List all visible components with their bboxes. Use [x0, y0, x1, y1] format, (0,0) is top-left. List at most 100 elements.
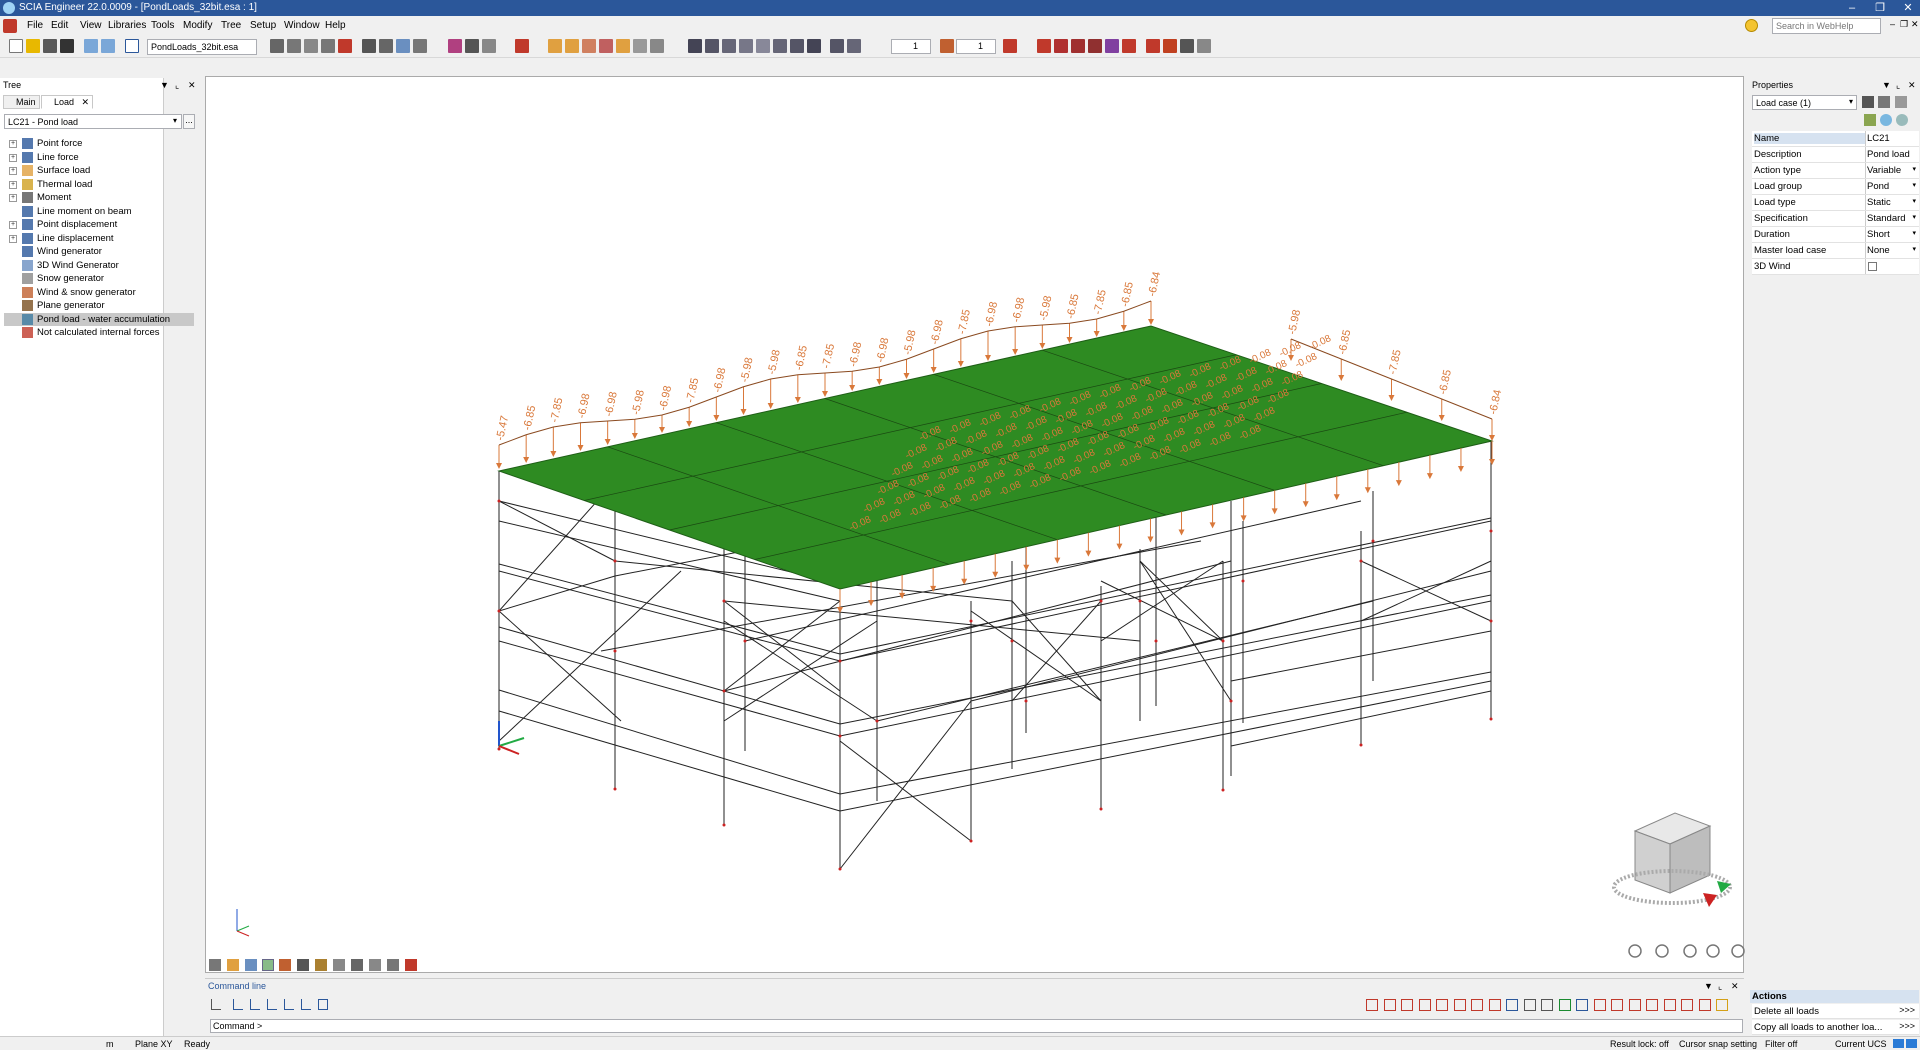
chevron-down-icon[interactable]: ▾: [1912, 181, 1916, 189]
tree-item[interactable]: + Line force: [4, 151, 194, 164]
settings-gear-icon[interactable]: [1731, 944, 1745, 958]
property-row[interactable]: Duration Short ▾: [1752, 227, 1919, 243]
snap-6-icon[interactable]: [318, 999, 328, 1010]
display-1-icon[interactable]: [548, 39, 562, 53]
calc-3-icon[interactable]: [1180, 39, 1194, 53]
labels-icon[interactable]: [297, 959, 309, 971]
tree-panel-dock-icon[interactable]: ⌞: [175, 80, 179, 91]
tree-item[interactable]: + Point force: [4, 137, 194, 150]
status-cursor-snap[interactable]: Cursor snap setting: [1679, 1039, 1757, 1049]
structure-node[interactable]: [497, 499, 501, 503]
structure-node[interactable]: [1221, 639, 1225, 643]
spin-box-2[interactable]: 1: [956, 39, 996, 54]
project-icon[interactable]: [125, 39, 139, 53]
results-6-icon[interactable]: [1122, 39, 1136, 53]
layer-icon[interactable]: [387, 959, 399, 971]
command-dock-icon[interactable]: ⌞: [1718, 981, 1722, 992]
property-row[interactable]: Master load case None ▾: [1752, 243, 1919, 259]
structure-node[interactable]: [1154, 639, 1158, 643]
copy-all-loads-action[interactable]: Copy all loads to another loa... >>>: [1752, 1020, 1919, 1035]
load-case-icon[interactable]: [940, 39, 954, 53]
grid-icon[interactable]: [333, 959, 345, 971]
view-tool-icon[interactable]: [209, 959, 221, 971]
tree-item[interactable]: + Moment: [4, 191, 194, 204]
open-file-icon[interactable]: [26, 39, 40, 53]
frame-member[interactable]: [839, 700, 972, 870]
structure-node[interactable]: [875, 719, 879, 723]
view-tool-1-icon[interactable]: [270, 39, 284, 53]
frame-member[interactable]: [839, 680, 1492, 812]
display-7-icon[interactable]: [650, 39, 664, 53]
command-pin-icon[interactable]: ▼: [1704, 981, 1713, 991]
display-5-icon[interactable]: [616, 39, 630, 53]
save-as-icon[interactable]: [60, 39, 74, 53]
status-filter[interactable]: Filter off: [1765, 1039, 1797, 1049]
close-icon[interactable]: ✕: [1896, 0, 1920, 16]
tree-item[interactable]: 3D Wind Generator: [4, 259, 194, 272]
drawing-tool-icon[interactable]: [1663, 999, 1676, 1011]
structure-node[interactable]: [1489, 619, 1493, 623]
wireframe-icon[interactable]: [245, 959, 257, 971]
menu-tree[interactable]: Tree: [221, 20, 241, 31]
search-webhelp-input[interactable]: Search in WebHelp: [1772, 18, 1881, 34]
structure-3-icon[interactable]: [722, 39, 736, 53]
chevron-down-icon[interactable]: ▾: [1912, 165, 1916, 173]
structure-node[interactable]: [497, 747, 501, 751]
structure-node[interactable]: [613, 787, 617, 791]
structure-node[interactable]: [1099, 807, 1103, 811]
document-icon[interactable]: [396, 39, 410, 53]
drawing-tool-icon[interactable]: [1558, 999, 1571, 1011]
snap-2-icon[interactable]: [250, 999, 260, 1010]
results-3-icon[interactable]: [1071, 39, 1085, 53]
nodes-icon[interactable]: [315, 959, 327, 971]
view-3d-icon[interactable]: [1655, 944, 1669, 958]
frame-member[interactable]: [498, 689, 841, 795]
select-icon[interactable]: [448, 39, 462, 53]
property-row[interactable]: Description Pond load: [1752, 147, 1919, 163]
structure-7-icon[interactable]: [790, 39, 804, 53]
drawing-tool-icon[interactable]: [1628, 999, 1641, 1011]
properties-pin-icon[interactable]: ▼: [1882, 80, 1891, 90]
drawing-tool-icon[interactable]: [1698, 999, 1711, 1011]
expand-icon[interactable]: +: [9, 221, 17, 229]
status-result-lock[interactable]: Result lock: off: [1610, 1039, 1669, 1049]
drawing-tool-icon[interactable]: [1418, 999, 1431, 1011]
snap-1-icon[interactable]: [233, 999, 243, 1010]
chevron-down-icon[interactable]: ▾: [1912, 229, 1916, 237]
print-icon[interactable]: [362, 39, 376, 53]
activity-icon[interactable]: [405, 959, 417, 971]
status-plane[interactable]: Plane XY: [135, 1039, 173, 1049]
structure-node[interactable]: [969, 619, 973, 623]
chevron-down-icon[interactable]: ▾: [1912, 245, 1916, 253]
structure-node[interactable]: [497, 609, 501, 613]
view-tool-2-icon[interactable]: [287, 39, 301, 53]
command-input[interactable]: Command >: [210, 1019, 1743, 1033]
structure-9-icon[interactable]: [830, 39, 844, 53]
property-row[interactable]: Name LC21: [1752, 131, 1919, 147]
property-row[interactable]: Action type Variable ▾: [1752, 163, 1919, 179]
smiley-feedback-icon[interactable]: [1745, 19, 1758, 32]
frame-member[interactable]: [498, 500, 616, 562]
results-2-icon[interactable]: [1054, 39, 1068, 53]
structure-node[interactable]: [1241, 579, 1245, 583]
snap-3-icon[interactable]: [267, 999, 277, 1010]
structure-node[interactable]: [1099, 599, 1103, 603]
drawing-tool-icon[interactable]: [1646, 999, 1658, 1011]
structure-6-icon[interactable]: [773, 39, 787, 53]
menu-tools[interactable]: Tools: [151, 20, 174, 31]
axis-icon[interactable]: [515, 39, 529, 53]
tab-load[interactable]: Load ✕: [41, 95, 93, 109]
property-row[interactable]: Load group Pond ▾: [1752, 179, 1919, 195]
frame-member[interactable]: [498, 626, 841, 725]
snap-4-icon[interactable]: [284, 999, 294, 1010]
view-tool-3-icon[interactable]: [304, 39, 318, 53]
brush-icon[interactable]: [1864, 114, 1876, 126]
undo-icon[interactable]: [84, 39, 98, 53]
structure-5-icon[interactable]: [756, 39, 770, 53]
structure-node[interactable]: [1489, 717, 1493, 721]
drawing-tool-icon[interactable]: [1541, 999, 1553, 1011]
frame-member[interactable]: [839, 740, 972, 842]
tree-item[interactable]: + Surface load: [4, 164, 194, 177]
structure-node[interactable]: [1359, 559, 1363, 563]
file-combo[interactable]: PondLoads_32bit.esa: [147, 39, 257, 55]
